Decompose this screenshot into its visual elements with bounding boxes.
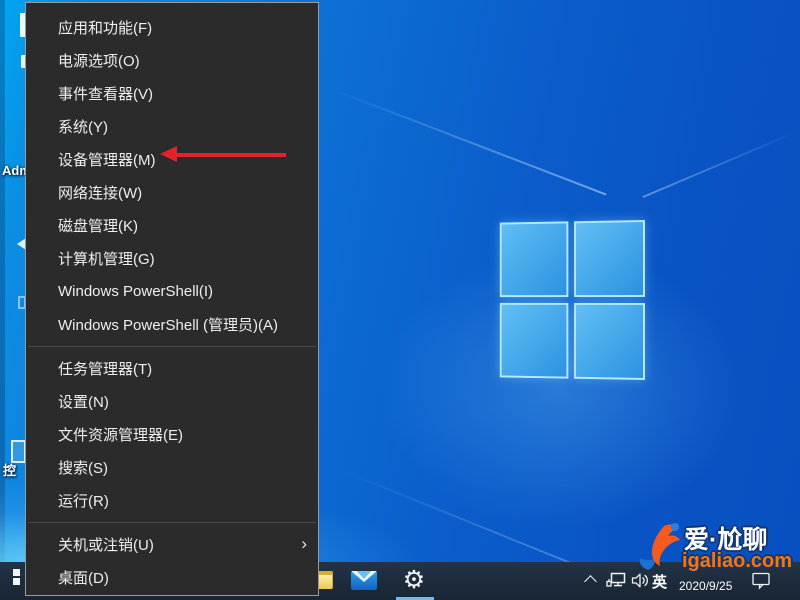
- menu-item-disk-management[interactable]: 磁盘管理(K): [26, 209, 318, 242]
- watermark-site-text: igaliao.com: [682, 550, 793, 572]
- windows-logo-pane: [499, 302, 569, 379]
- menu-item-computer-management[interactable]: 计算机管理(G): [26, 242, 318, 275]
- arrow-shaft: [174, 152, 286, 157]
- wallpaper-light-ray: [642, 129, 800, 198]
- windows-logo-icon: [13, 569, 20, 576]
- menu-item-label: 搜索(S): [58, 460, 108, 477]
- menu-item-label: 系统(Y): [58, 119, 108, 136]
- menu-item-event-viewer[interactable]: 事件查看器(V): [26, 77, 318, 110]
- menu-item-settings[interactable]: 设置(N): [26, 385, 318, 418]
- menu-item-label: 磁盘管理(K): [58, 218, 138, 235]
- menu-item-label: Windows PowerShell(I): [58, 283, 214, 300]
- menu-item-label: 计算机管理(G): [58, 251, 155, 268]
- windows-logo-wallpaper: [499, 220, 645, 380]
- windows-logo-pane: [499, 221, 569, 298]
- windows-logo-pane: [574, 302, 645, 380]
- network-ethernet-icon[interactable]: [606, 572, 626, 589]
- menu-item-label: 桌面(D): [58, 570, 109, 587]
- menu-item-shutdown-signout[interactable]: 关机或注销(U) ›: [26, 528, 318, 561]
- menu-separator: [28, 522, 316, 523]
- settings-taskbar-button[interactable]: ⚙: [400, 565, 428, 595]
- menu-item-label: Windows PowerShell (管理员)(A): [58, 317, 279, 334]
- watermark: 爱·尬聊 igaliao.com: [632, 518, 800, 582]
- menu-item-desktop[interactable]: 桌面(D): [26, 561, 318, 594]
- mail-taskbar-button[interactable]: [351, 571, 377, 590]
- menu-item-label: 事件查看器(V): [58, 86, 153, 103]
- menu-item-apps-features[interactable]: 应用和功能(F): [26, 11, 318, 44]
- mail-icon: [354, 571, 374, 579]
- wallpaper-light-ray: [325, 86, 607, 196]
- menu-item-task-manager[interactable]: 任务管理器(T): [26, 352, 318, 385]
- menu-item-label: 设置(N): [58, 394, 109, 411]
- menu-item-label: 网络连接(W): [58, 185, 143, 202]
- menu-item-powershell[interactable]: Windows PowerShell(I): [26, 275, 318, 308]
- windows-logo-icon: [13, 578, 20, 585]
- menu-item-label: 电源选项(O): [58, 53, 140, 70]
- menu-separator: [28, 346, 316, 347]
- menu-item-powershell-admin[interactable]: Windows PowerShell (管理员)(A): [26, 308, 318, 341]
- menu-item-run[interactable]: 运行(R): [26, 484, 318, 517]
- menu-item-file-explorer[interactable]: 文件资源管理器(E): [26, 418, 318, 451]
- menu-item-label: 文件资源管理器(E): [58, 427, 183, 444]
- desktop: Adm 控 ⚙ 英 2020/9/25 应用和功能(F) 电源选项(O) 事件查…: [0, 0, 800, 600]
- windows-logo-pane: [574, 220, 645, 298]
- start-button[interactable]: [13, 569, 21, 585]
- annotation-arrow: [160, 146, 286, 163]
- menu-item-label: 关机或注销(U): [58, 537, 154, 554]
- watermark-logo-icon: [639, 523, 680, 570]
- hidden-icons-chevron-icon[interactable]: [586, 575, 596, 585]
- menu-item-search[interactable]: 搜索(S): [26, 451, 318, 484]
- menu-item-label: 任务管理器(T): [58, 361, 153, 378]
- desktop-icon-label-control[interactable]: 控: [3, 460, 16, 479]
- winx-context-menu: 应用和功能(F) 电源选项(O) 事件查看器(V) 系统(Y) 设备管理器(M)…: [25, 2, 319, 596]
- menu-item-label: 应用和功能(F): [58, 20, 153, 37]
- menu-item-label: 设备管理器(M): [58, 152, 156, 169]
- submenu-chevron-icon: ›: [301, 534, 307, 553]
- menu-item-network-connections[interactable]: 网络连接(W): [26, 176, 318, 209]
- menu-item-system[interactable]: 系统(Y): [26, 110, 318, 143]
- menu-item-label: 运行(R): [58, 493, 109, 510]
- menu-item-power-options[interactable]: 电源选项(O): [26, 44, 318, 77]
